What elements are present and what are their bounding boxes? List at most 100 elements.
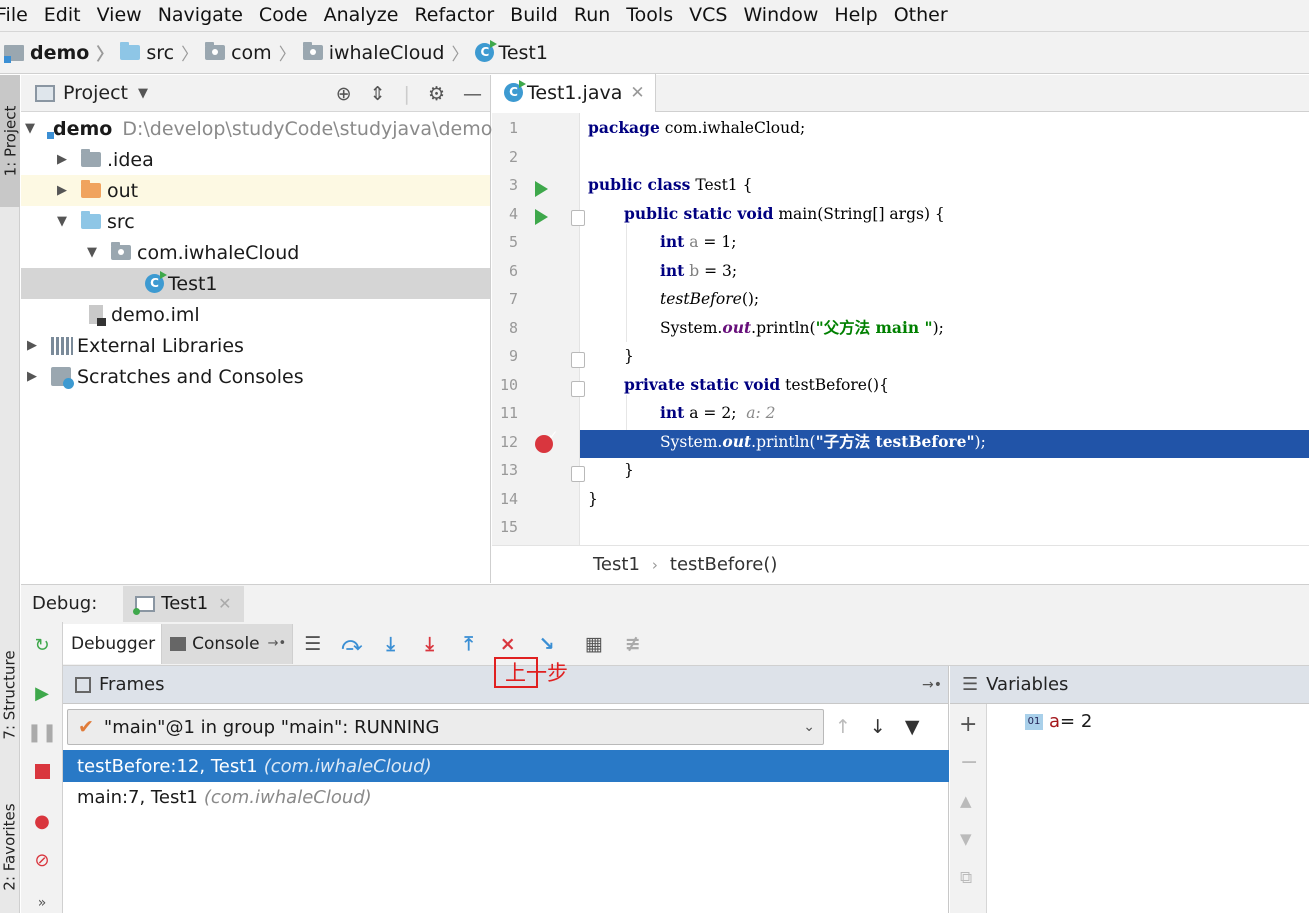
folder-icon	[81, 149, 101, 167]
frame-row[interactable]: main:7, Test1 (com.iwhaleCloud)	[63, 781, 949, 813]
menu-edit[interactable]: Edit	[36, 0, 89, 31]
close-icon[interactable]: ✕	[630, 83, 644, 103]
crumb-demo[interactable]: demo 〉	[4, 40, 120, 65]
fold-icon[interactable]	[571, 352, 585, 368]
crumb-com[interactable]: com 〉	[205, 40, 303, 65]
tree-item-scratches[interactable]: ▶ Scratches and Consoles	[21, 361, 490, 392]
gutter[interactable]: 1 2 3 4 5 6 7 8 9 10 11 12 13 14 15	[492, 113, 585, 545]
copy-icon[interactable]: ⧉	[960, 868, 972, 888]
move-down-icon[interactable]: ▼	[960, 830, 972, 848]
chevron-down-icon[interactable]: ▼	[138, 86, 148, 101]
crumb-test1[interactable]: C Test1	[475, 40, 548, 64]
code-area[interactable]: 1 2 3 4 5 6 7 8 9 10 11 12 13 14 15 pack…	[492, 113, 1309, 545]
menu-window[interactable]: Window	[735, 0, 826, 31]
stripe-structure-tab[interactable]: 7: Structure	[0, 635, 20, 755]
gear-icon[interactable]: ⚙	[428, 83, 445, 105]
collapse-all-icon[interactable]: ⇕	[370, 83, 386, 105]
stop-icon[interactable]	[31, 760, 53, 782]
project-view-selector[interactable]: Project	[63, 82, 128, 104]
arrow-up-icon[interactable]: ↑	[835, 716, 851, 738]
run-icon[interactable]	[535, 209, 548, 225]
chevron-right-icon[interactable]: ▶	[25, 369, 39, 384]
chevron-right-icon[interactable]: ▶	[55, 152, 69, 167]
crumb-src[interactable]: src 〉	[120, 40, 205, 65]
stripe-favorites-tab[interactable]: 2: Favorites	[0, 787, 20, 907]
hide-icon[interactable]: —	[463, 83, 482, 105]
trace-icon[interactable]: ≢	[613, 624, 652, 664]
fold-icon[interactable]	[571, 210, 585, 226]
menu-run[interactable]: Run	[566, 0, 618, 31]
fold-icon[interactable]	[571, 381, 585, 397]
tree-item-external-libraries[interactable]: ▶ External Libraries	[21, 330, 490, 361]
menu-code[interactable]: Code	[251, 0, 316, 31]
frame-row[interactable]: testBefore:12, Test1 (com.iwhaleCloud)	[63, 750, 949, 782]
pause-icon[interactable]: ❚❚	[27, 721, 57, 743]
rerun-icon[interactable]: ↻	[31, 634, 53, 656]
mute-breakpoints-icon[interactable]: ⊘	[31, 849, 53, 871]
step-over-icon[interactable]: ⤼	[332, 624, 371, 664]
menu-tools[interactable]: Tools	[618, 0, 681, 31]
force-step-into-icon[interactable]: ⤓	[410, 624, 449, 664]
breakpoint-icon[interactable]	[535, 428, 558, 453]
tree-item-src[interactable]: ▼ src	[21, 206, 490, 237]
inline-value-hint: a: 2	[746, 404, 776, 422]
menu-navigate[interactable]: Navigate	[150, 0, 251, 31]
chevron-down-icon[interactable]: ▼	[25, 121, 35, 136]
menu-other[interactable]: Other	[886, 0, 956, 31]
evaluate-expression-icon[interactable]: ▦	[574, 624, 613, 664]
step-out-icon[interactable]: ⤒	[449, 624, 488, 664]
menu-analyze[interactable]: Analyze	[316, 0, 407, 31]
step-into-icon[interactable]: ⤓	[371, 624, 410, 664]
chevron-down-icon[interactable]: ⌄	[803, 719, 815, 735]
tab-console[interactable]: Console →•	[162, 623, 294, 664]
pin-icon[interactable]: →•	[922, 677, 942, 693]
fold-icon[interactable]	[571, 466, 585, 482]
view-breakpoints-icon[interactable]: ●	[31, 810, 53, 832]
menu-file[interactable]: File	[0, 0, 36, 31]
tree-item-demo[interactable]: ▼ demo D:\develop\studyCode\studyjava\de…	[21, 113, 492, 144]
variable-row[interactable]: 01 a = 2	[1025, 711, 1092, 732]
debug-session-tab[interactable]: Test1 ✕	[123, 585, 244, 622]
resume-icon[interactable]: ▶	[31, 682, 53, 704]
thread-selector[interactable]: ✔ "main"@1 in group "main": RUNNING ⌄	[67, 709, 824, 745]
menu-view[interactable]: View	[89, 0, 150, 31]
chevron-down-icon[interactable]: ▼	[85, 245, 99, 260]
menu-vcs[interactable]: VCS	[681, 0, 735, 31]
variables-side-toolbar: + − ▲ ▼ ⧉	[950, 704, 987, 913]
chevron-right-icon[interactable]: ▶	[25, 338, 39, 353]
tree-item-package[interactable]: ▼ com.iwhaleCloud	[21, 237, 490, 268]
filter-icon[interactable]: ▼	[905, 716, 920, 738]
editor-crumb-class[interactable]: Test1	[593, 554, 640, 575]
code-line-5: int a = 1;	[660, 232, 737, 251]
add-watch-icon[interactable]: +	[959, 712, 977, 737]
console-icon	[170, 636, 187, 651]
tree-item-out[interactable]: ▶ out	[21, 175, 490, 206]
tree-item-idea[interactable]: ▶ .idea	[21, 144, 490, 175]
menu-help[interactable]: Help	[826, 0, 885, 31]
more-icon[interactable]: »	[31, 892, 53, 913]
left-tool-stripe: 1: Project 7: Structure 2: Favorites	[0, 75, 20, 913]
menu-refactor[interactable]: Refactor	[406, 0, 502, 31]
run-icon[interactable]	[535, 181, 548, 197]
remove-watch-icon[interactable]: −	[960, 750, 978, 775]
chevron-right-icon[interactable]: ▶	[55, 183, 69, 198]
arrow-down-icon[interactable]: ↓	[870, 716, 886, 738]
tab-test1-java[interactable]: C Test1.java ✕	[492, 74, 656, 112]
tab-debugger[interactable]: Debugger	[63, 623, 163, 664]
tree-item-demo-iml[interactable]: demo.iml	[21, 299, 490, 330]
menu-lines-icon[interactable]: ☰	[293, 624, 332, 664]
class-icon: C	[504, 80, 526, 102]
variables-header: ☰ Variables	[950, 666, 1309, 704]
stripe-project-tab[interactable]: 1: Project	[0, 75, 20, 207]
tree-item-test1[interactable]: C Test1	[21, 268, 490, 299]
editor-crumb-method[interactable]: testBefore()	[670, 554, 777, 575]
close-icon[interactable]: ✕	[218, 594, 231, 613]
locate-icon[interactable]: ⊕	[336, 83, 352, 105]
chevron-down-icon[interactable]: ▼	[55, 214, 69, 229]
menu-build[interactable]: Build	[502, 0, 566, 31]
move-up-icon[interactable]: ▲	[960, 792, 972, 810]
crumb-iwhalecloud[interactable]: iwhaleCloud 〉	[302, 40, 476, 65]
pin-icon[interactable]: →•	[268, 636, 287, 651]
line-number: 2	[508, 148, 518, 166]
module-icon	[4, 44, 24, 63]
